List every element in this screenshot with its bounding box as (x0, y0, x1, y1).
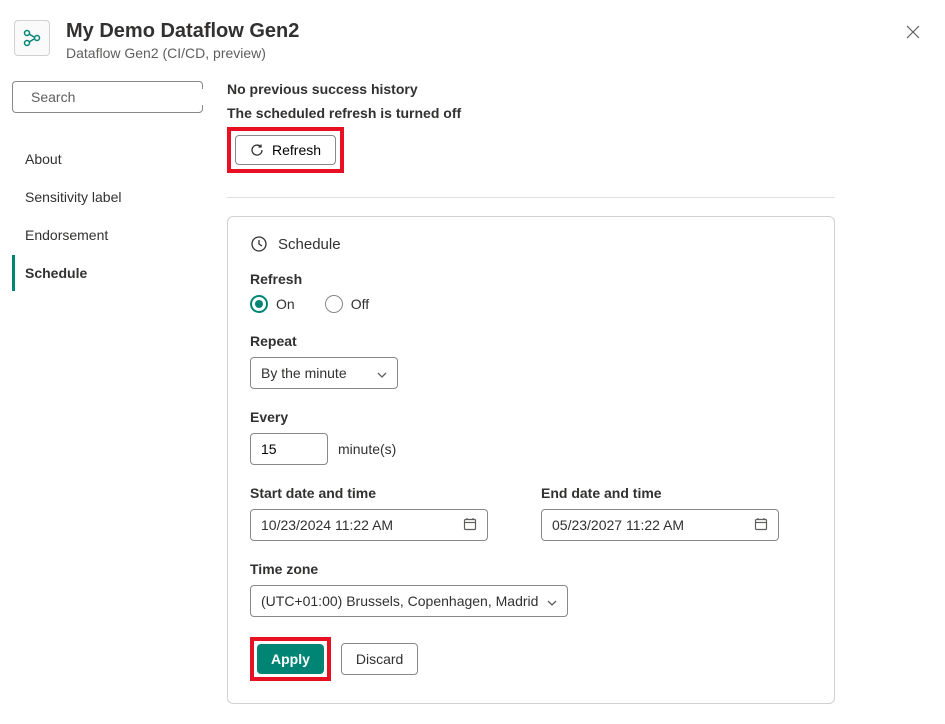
refresh-button[interactable]: Refresh (235, 135, 336, 165)
start-date-input[interactable]: 10/23/2024 11:22 AM (250, 509, 488, 541)
timezone-select[interactable]: (UTC+01:00) Brussels, Copenhagen, Madrid (250, 585, 568, 617)
search-box[interactable] (12, 81, 203, 113)
timezone-label: Time zone (250, 561, 812, 577)
every-label: Every (250, 409, 812, 425)
refresh-icon (250, 143, 264, 157)
radio-off-label: Off (351, 296, 369, 312)
sidebar-item-about[interactable]: About (12, 141, 203, 177)
schedule-header-label: Schedule (278, 236, 341, 253)
apply-highlight-box: Apply (250, 637, 331, 681)
page-subtitle: Dataflow Gen2 (CI/CD, preview) (66, 45, 901, 61)
calendar-icon (463, 517, 477, 534)
apply-button[interactable]: Apply (257, 644, 324, 674)
discard-button[interactable]: Discard (341, 643, 418, 675)
repeat-label: Repeat (250, 333, 812, 349)
dataflow-icon (14, 20, 50, 56)
timezone-value: (UTC+01:00) Brussels, Copenhagen, Madrid (261, 593, 538, 609)
scheduled-off-text: The scheduled refresh is turned off (227, 105, 835, 121)
chevron-down-icon (547, 593, 557, 609)
page-title: My Demo Dataflow Gen2 (66, 20, 901, 43)
start-date-label: Start date and time (250, 485, 521, 501)
radio-off[interactable]: Off (325, 295, 369, 313)
radio-on-label: On (276, 296, 295, 312)
refresh-button-label: Refresh (272, 142, 321, 158)
repeat-value: By the minute (261, 365, 347, 381)
sidebar-item-endorsement[interactable]: Endorsement (12, 217, 203, 253)
calendar-icon (754, 517, 768, 534)
close-button[interactable] (901, 20, 925, 44)
repeat-select[interactable]: By the minute (250, 357, 398, 389)
end-date-label: End date and time (541, 485, 812, 501)
divider (227, 197, 835, 198)
search-input[interactable] (31, 89, 212, 105)
refresh-field-label: Refresh (250, 271, 812, 287)
no-history-text: No previous success history (227, 81, 835, 97)
every-input[interactable] (250, 433, 328, 465)
schedule-card: Schedule Refresh On Off Repeat By the mi… (227, 216, 835, 704)
radio-on[interactable]: On (250, 295, 295, 313)
sidebar-item-schedule[interactable]: Schedule (12, 255, 203, 291)
chevron-down-icon (377, 365, 387, 381)
end-date-value: 05/23/2027 11:22 AM (552, 517, 684, 533)
refresh-highlight-box: Refresh (227, 127, 344, 173)
clock-icon (250, 235, 268, 253)
start-date-value: 10/23/2024 11:22 AM (261, 517, 393, 533)
sidebar-item-sensitivity[interactable]: Sensitivity label (12, 179, 203, 215)
every-unit: minute(s) (338, 441, 396, 457)
end-date-input[interactable]: 05/23/2027 11:22 AM (541, 509, 779, 541)
